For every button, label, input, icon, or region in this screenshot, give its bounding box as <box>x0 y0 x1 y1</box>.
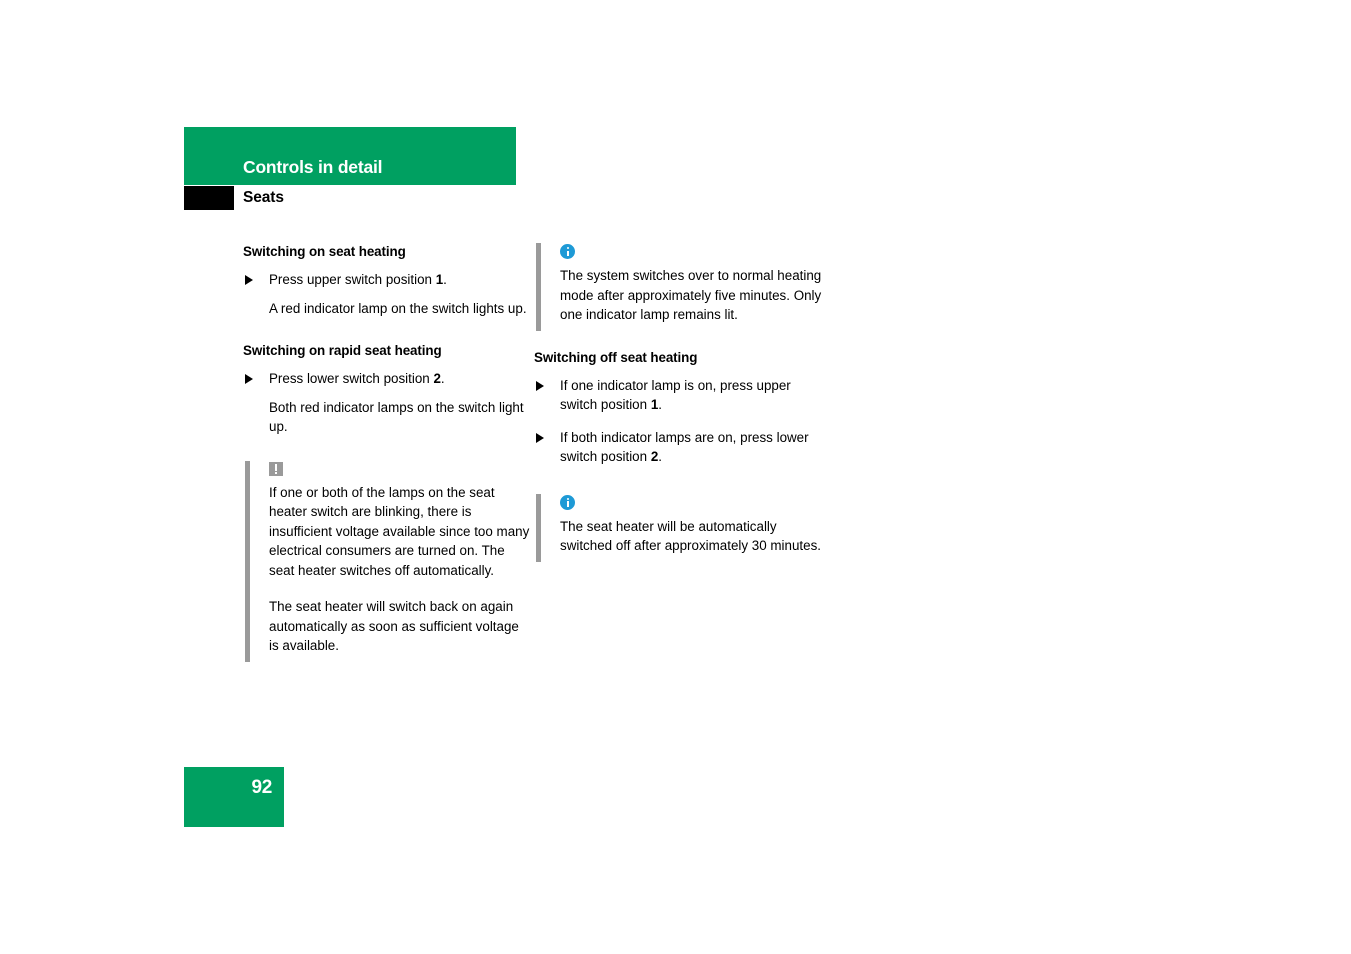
body-text: A red indicator lamp on the switch light… <box>269 300 527 316</box>
switch-position-number: 2 <box>433 371 441 386</box>
chapter-header-band: Controls in detail <box>184 127 516 185</box>
note-paragraph: The seat heater will be automatically sw… <box>560 518 821 554</box>
triangle-bullet-icon <box>536 432 544 443</box>
chapter-title: Controls in detail <box>243 157 383 177</box>
subheading-switching-on-seat-heating: Switching on seat heating <box>243 244 406 259</box>
list-item-text-tail: . <box>658 397 662 412</box>
right-column: The system switches over to normal heati… <box>534 243 822 562</box>
note-side-rule <box>245 460 250 662</box>
list-item-text-tail: . <box>440 371 445 386</box>
note-body: If one or both of the lamps on the seat … <box>269 461 531 662</box>
page-number-band: 92 <box>184 767 284 827</box>
info-note-box-2: The seat heater will be automatically sw… <box>534 493 822 562</box>
info-circle-icon <box>560 494 575 510</box>
section-switching-off-seat-heating: Switching off seat heating If one indica… <box>534 349 822 467</box>
info-circle-icon <box>560 244 575 259</box>
manual-page: Controls in detail Seats Switching on se… <box>0 0 1351 954</box>
list-item: Press lower switch position 2. <box>243 369 531 389</box>
note-paragraph: If one or both of the lamps on the seat … <box>269 484 530 578</box>
list-item-text: If one indicator lamp is on, press upper… <box>560 377 791 413</box>
section-tab-marker <box>184 186 234 210</box>
list-item: Press upper switch position 1. <box>243 270 531 290</box>
warning-exclamation-icon <box>269 461 283 476</box>
note-body: The seat heater will be automatically sw… <box>560 494 822 562</box>
section-title: Seats <box>243 189 284 206</box>
note-body: The system switches over to normal heati… <box>560 243 822 331</box>
body-text: Both red indicator lamps on the switch l… <box>269 399 524 435</box>
warning-note-box: If one or both of the lamps on the seat … <box>243 460 531 662</box>
list-item: If one indicator lamp is on, press upper… <box>534 376 822 415</box>
triangle-bullet-icon <box>536 380 544 391</box>
note-side-rule <box>536 243 541 331</box>
list-item-text-tail: . <box>658 449 662 464</box>
subheading-switching-on-rapid-seat-heating: Switching on rapid seat heating <box>243 343 442 358</box>
section-switching-on-rapid-seat-heating: Switching on rapid seat heating Press lo… <box>243 342 531 437</box>
note-paragraph: The seat heater will switch back on agai… <box>269 599 519 653</box>
info-note-box-1: The system switches over to normal heati… <box>534 243 822 331</box>
list-item-text: If both indicator lamps are on, press lo… <box>560 429 809 465</box>
note-side-rule <box>536 493 541 562</box>
note-paragraph: The system switches over to normal heati… <box>560 268 822 322</box>
list-item-text: Press lower switch position <box>269 371 434 386</box>
triangle-bullet-icon <box>245 275 253 285</box>
page-number: 92 <box>251 777 272 798</box>
list-item-text-tail: . <box>443 272 447 287</box>
section-switching-on-seat-heating: Switching on seat heating Press upper sw… <box>243 243 531 318</box>
list-item: If both indicator lamps are on, press lo… <box>534 428 822 467</box>
triangle-bullet-icon <box>245 374 253 384</box>
list-item-text: Press upper switch position <box>269 272 436 287</box>
subheading-switching-off-seat-heating: Switching off seat heating <box>534 349 698 365</box>
left-column: Switching on seat heating Press upper sw… <box>243 243 531 662</box>
